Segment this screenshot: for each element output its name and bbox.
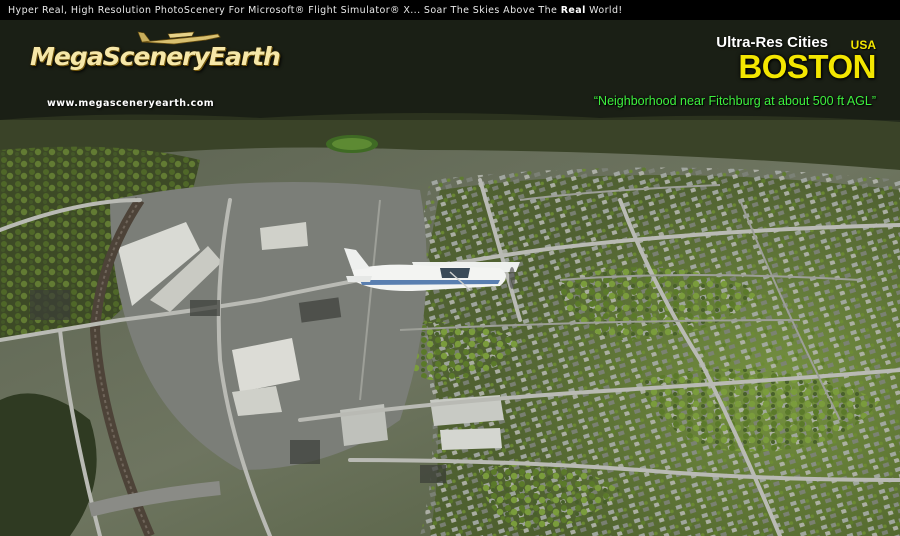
tagline-banner: Hyper Real, High Resolution PhotoScenery… — [0, 0, 900, 20]
promo-image: Hyper Real, High Resolution PhotoScenery… — [0, 0, 900, 536]
brand-logo: MegaSceneryEarth — [30, 31, 281, 100]
logo-wordmark: MegaSceneryEarth — [30, 42, 281, 71]
website-url: www.megasceneryearth.com — [47, 98, 215, 109]
tagline-text: Hyper Real, High Resolution PhotoScenery… — [8, 4, 623, 16]
scene-caption: “Neighborhood near Fitchburg at about 50… — [593, 94, 876, 108]
city-title: BOSTON — [738, 48, 876, 85]
